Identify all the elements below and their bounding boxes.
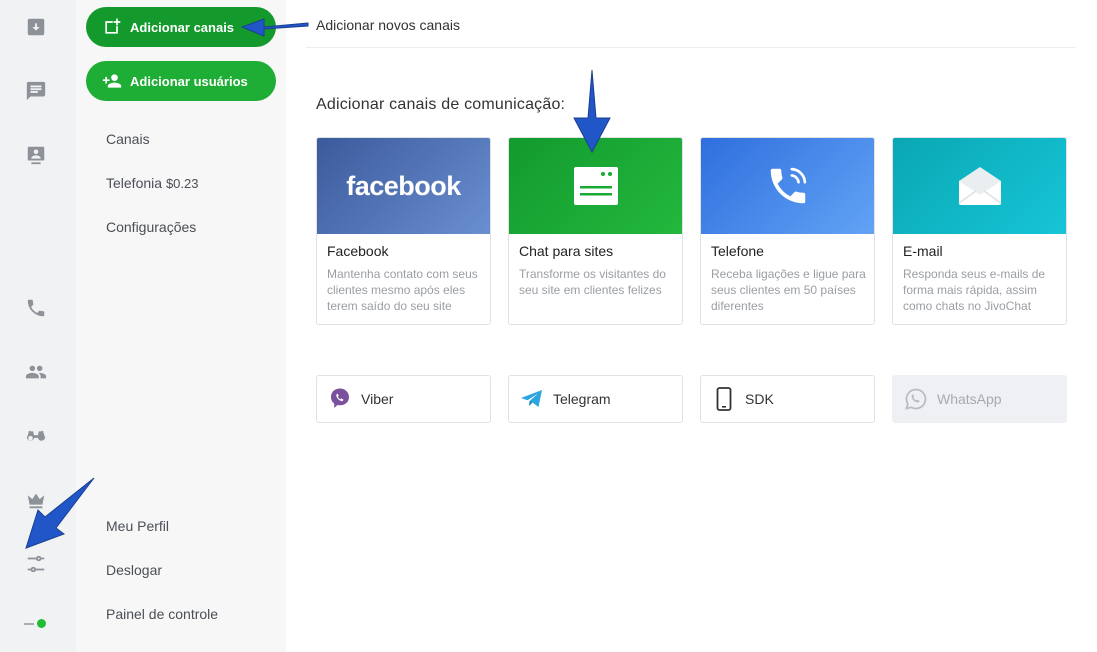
online-dot — [37, 619, 46, 628]
card-description: Receba ligações e ligue para seus client… — [711, 267, 866, 313]
channel-card-chat[interactable]: Chat para sites Transforme os visitantes… — [508, 137, 683, 325]
status-line — [24, 623, 34, 625]
viber-icon — [327, 386, 353, 412]
menu-item-telephony[interactable]: Telefonia $0.23 — [106, 175, 198, 191]
people-icon[interactable] — [24, 360, 48, 384]
phone-icon[interactable] — [24, 296, 48, 320]
telegram-label: Telegram — [553, 391, 611, 407]
channel-button-viber[interactable]: Viber — [316, 375, 491, 423]
viber-label: Viber — [361, 391, 394, 407]
phone-banner — [701, 138, 874, 234]
add-users-button[interactable]: Adicionar usuários — [86, 61, 276, 101]
menu-item-profile[interactable]: Meu Perfil — [106, 518, 169, 534]
monitor-user-icon[interactable] — [24, 143, 48, 167]
inbox-download-icon[interactable] — [24, 15, 48, 39]
card-name: Telefone — [711, 243, 764, 259]
header-divider — [306, 47, 1076, 48]
email-banner — [893, 138, 1066, 234]
whatsapp-label: WhatsApp — [937, 391, 1002, 407]
card-description: Mantenha contato com seus clientes mesmo… — [327, 267, 478, 313]
chat-icon[interactable] — [24, 79, 48, 103]
add-users-label: Adicionar usuários — [130, 73, 248, 89]
whatsapp-icon — [903, 386, 929, 412]
menu-item-control-panel[interactable]: Painel de controle — [106, 606, 218, 622]
chat-banner — [509, 138, 682, 234]
channel-button-sdk[interactable]: SDK — [700, 375, 875, 423]
add-channel-icon — [105, 18, 121, 34]
card-name: E-mail — [903, 243, 943, 259]
facebook-logo: facebook — [346, 170, 461, 201]
card-name: Chat para sites — [519, 243, 614, 259]
mobile-icon — [711, 386, 737, 412]
channel-button-whatsapp[interactable]: WhatsApp — [892, 375, 1067, 423]
telephony-label: Telefonia — [106, 175, 163, 191]
website-chat-icon — [573, 167, 618, 205]
phone-call-icon — [770, 167, 806, 204]
add-user-icon — [102, 74, 122, 88]
page-title: Adicionar novos canais — [316, 17, 460, 33]
card-description: Transforme os visitantes do seu site em … — [519, 267, 666, 297]
section-title: Adicionar canais de comunicação: — [316, 96, 566, 113]
online-status-indicator[interactable] — [24, 619, 48, 629]
card-description: Responda seus e-mails de forma mais rápi… — [903, 267, 1046, 313]
menu-item-settings[interactable]: Configurações — [106, 219, 196, 235]
add-channels-button[interactable]: Adicionar canais — [86, 7, 276, 47]
facebook-banner: facebook — [317, 138, 490, 234]
icon-rail — [0, 0, 76, 652]
menu-item-channels[interactable]: Canais — [106, 131, 150, 147]
sliders-icon[interactable] — [24, 552, 48, 576]
telephony-price: $0.23 — [165, 176, 199, 191]
channel-button-telegram[interactable]: Telegram — [508, 375, 683, 423]
crown-icon[interactable] — [24, 488, 48, 512]
add-channels-label: Adicionar canais — [130, 19, 235, 35]
side-menu: Adicionar canais Adicionar usuários Cana… — [76, 0, 286, 652]
channel-card-email[interactable]: E-mail Responda seus e-mails de forma ma… — [892, 137, 1067, 325]
binoculars-icon[interactable] — [24, 424, 48, 448]
envelope-icon — [958, 167, 1001, 205]
card-name: Facebook — [327, 243, 389, 259]
channel-card-phone[interactable]: Telefone Receba ligações e ligue para se… — [700, 137, 875, 325]
sdk-label: SDK — [745, 391, 774, 407]
telegram-icon — [519, 386, 545, 412]
menu-item-logout[interactable]: Deslogar — [106, 562, 162, 578]
channel-card-facebook[interactable]: facebook Facebook Mantenha contato com s… — [316, 137, 491, 325]
